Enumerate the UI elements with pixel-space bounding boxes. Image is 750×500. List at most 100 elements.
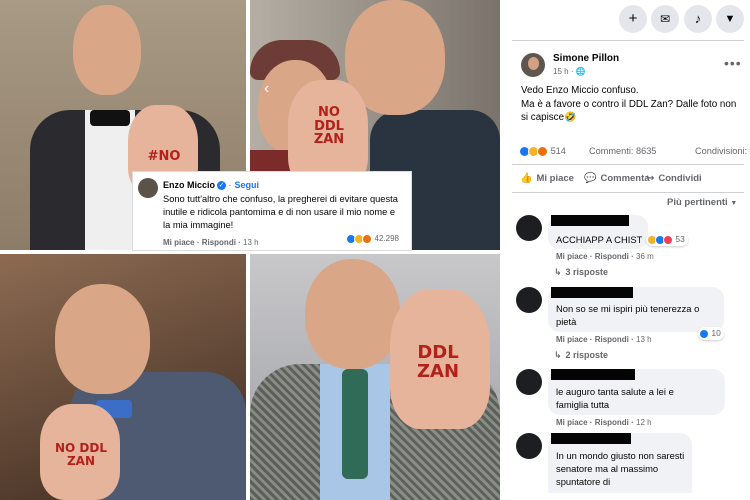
comment-reactions[interactable]: 10 — [698, 327, 724, 340]
chevron-left-icon[interactable]: ‹ — [264, 80, 269, 98]
thumbs-up-icon: 👍 — [520, 173, 533, 184]
comment-label: Commenta — [600, 173, 650, 184]
angry-reaction-icon — [362, 234, 373, 244]
comment-item: Non so se mi ispiri più tenerezza o piet… — [516, 287, 746, 367]
comment-item: In un mondo giusto non saresti senatore … — [516, 433, 746, 500]
redacted-name — [551, 287, 633, 298]
hand-writing: NO DDL ZAN — [313, 105, 345, 148]
reaction-count[interactable]: 514 — [551, 146, 566, 156]
comment-text: In un mondo giusto non saresti senatore … — [556, 450, 685, 487]
post-author[interactable]: Simone Pillon — [553, 53, 619, 64]
post-actions: 👍 Mi piace 💬 Commenta ↪ Condividi — [518, 171, 748, 189]
love-reaction-icon — [663, 234, 673, 245]
embed-author-name[interactable]: Enzo Miccio — [163, 180, 215, 190]
embed-like-link[interactable]: Mi piace — [163, 238, 195, 247]
embedded-comment: Enzo Miccio ✓ · Segui Sono tutt'altro che … — [132, 171, 412, 251]
shirt — [85, 110, 135, 250]
like-reaction-icon — [699, 328, 709, 339]
raised-hand: NO DDL ZAN — [40, 404, 120, 500]
view-replies-link[interactable]: ↳ 2 risposte — [554, 350, 608, 361]
notifications-icon[interactable]: ♪ — [684, 5, 712, 33]
photo-bottom-right: DDL ZAN — [250, 254, 500, 500]
share-button[interactable]: ↪ Condividi — [646, 173, 702, 184]
like-button[interactable]: 👍 Mi piace — [520, 173, 574, 184]
plus-icon[interactable]: + — [619, 5, 647, 33]
reply-arrow-icon: ↳ — [554, 350, 562, 360]
comment-item: ACCHIAPP A CHIST 53 Mi piace · Rispondi … — [516, 215, 746, 285]
like-label: Mi piace — [536, 173, 574, 184]
avatar — [138, 178, 158, 198]
comment-actions: Mi piace · Rispondi · 36 m — [556, 252, 654, 261]
more-options-icon[interactable]: ••• — [724, 55, 742, 71]
stats-divider — [512, 164, 744, 165]
face — [73, 5, 141, 95]
comment-actions: Mi piace · Rispondi · 12 h — [556, 418, 652, 427]
hand-writing: #NO — [147, 149, 181, 164]
embed-reply-link[interactable]: Rispondi — [202, 238, 236, 247]
avatar[interactable] — [516, 369, 542, 395]
post-timestamp[interactable]: 15 h — [553, 67, 569, 76]
embed-author: Enzo Miccio ✓ · Segui — [163, 180, 260, 191]
share-label: Condividi — [658, 173, 702, 184]
hand-writing: NO DDL ZAN — [55, 441, 107, 468]
comment-text: le auguro tanta salute a lei e famiglia … — [556, 386, 674, 410]
comment-bubble: In un mondo giusto non saresti senatore … — [548, 433, 692, 493]
face — [305, 259, 400, 369]
comment-icon: 💬 — [584, 173, 597, 184]
embed-reactions[interactable]: 42.298 — [346, 234, 399, 244]
reaction-icons[interactable] — [519, 146, 548, 158]
replies-label: 2 risposte — [565, 350, 609, 360]
avatar[interactable] — [521, 53, 545, 77]
avatar[interactable] — [516, 215, 542, 241]
comment-bubble: le auguro tanta salute a lei e famiglia … — [548, 369, 725, 415]
view-replies-link[interactable]: ↳ 3 risposte — [554, 267, 608, 278]
comment-bubble: Non so se mi ispiri più tenerezza o piet… — [548, 287, 724, 332]
bow-tie — [90, 110, 130, 126]
photo-collage[interactable]: #NO NO DDL ZAN ‹ NO DDL ZAN DDL ZAN Enzo… — [0, 0, 500, 500]
angry-reaction-icon — [537, 146, 548, 158]
comment-text: ACCHIAPP A CHIST — [556, 234, 643, 245]
avatar[interactable] — [516, 287, 542, 313]
top-divider — [512, 40, 744, 41]
comment-bubble: ACCHIAPP A CHIST — [548, 215, 648, 249]
chevron-down-icon: ▼ — [730, 200, 738, 207]
replies-label: 3 risposte — [565, 267, 609, 277]
actions-divider — [512, 192, 744, 193]
redacted-name — [551, 433, 631, 444]
shares-count[interactable]: Condivisioni: 537 — [695, 146, 750, 156]
comments-count[interactable]: Commenti: 8635 — [589, 146, 656, 156]
comment-reply-link[interactable]: Rispondi — [595, 418, 629, 427]
avatar-face — [528, 57, 539, 70]
follow-button[interactable]: Segui — [235, 180, 260, 190]
top-bar: + ✉ ♪ ▼ — [500, 0, 750, 38]
comment-like-link[interactable]: Mi piace — [556, 252, 588, 261]
comment-timestamp[interactable]: 13 h — [636, 335, 652, 344]
account-menu-icon[interactable]: ▼ — [716, 5, 744, 33]
redacted-name — [551, 215, 629, 226]
embed-comment-text: Sono tutt'altro che confuso, la preghere… — [163, 194, 398, 230]
face — [55, 284, 150, 394]
post-line: Ma è a favore o contro il DDL Zan? Dalle… — [521, 98, 737, 124]
comment-reply-link[interactable]: Rispondi — [595, 252, 629, 261]
raised-hand: DDL ZAN — [390, 289, 490, 429]
comment-sort-dropdown[interactable]: Più pertinenti ▼ — [667, 197, 737, 208]
comment-button[interactable]: 💬 Commenta — [584, 173, 650, 184]
comment-timestamp[interactable]: 12 h — [636, 418, 652, 427]
comment-reaction-count: 53 — [675, 234, 685, 244]
comment-like-link[interactable]: Mi piace — [556, 335, 588, 344]
avatar[interactable] — [516, 433, 542, 459]
reply-arrow-icon: ↳ — [554, 267, 562, 277]
messenger-icon[interactable]: ✉ — [651, 5, 679, 33]
comment-like-link[interactable]: Mi piace — [556, 418, 588, 427]
verified-badge-icon: ✓ — [217, 181, 227, 191]
photo-bottom-left: NO DDL ZAN — [0, 254, 246, 500]
embed-reaction-count: 42.298 — [374, 234, 399, 244]
comment-timestamp[interactable]: 36 m — [636, 252, 654, 261]
comment-item: le auguro tanta salute a lei e famiglia … — [516, 369, 746, 429]
embed-timestamp: 13 h — [243, 238, 259, 247]
comment-reply-link[interactable]: Rispondi — [595, 335, 629, 344]
tie — [342, 369, 368, 479]
post-stats: 514 Commenti: 8635 Condivisioni: 537 — [519, 146, 750, 160]
comment-actions: Mi piace · Rispondi · 13 h — [556, 335, 652, 344]
comment-reactions[interactable]: 53 — [646, 233, 688, 246]
